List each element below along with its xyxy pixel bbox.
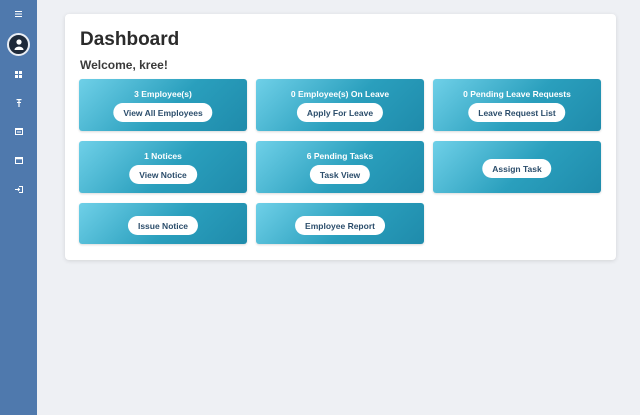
employee-report-tile: Employee Report xyxy=(256,203,424,244)
pending-leave-requests-count: 0 Pending Leave Requests xyxy=(463,89,571,99)
sidebar xyxy=(0,0,37,415)
pin-icon[interactable] xyxy=(0,98,37,108)
page-title: Dashboard xyxy=(80,29,180,50)
dashboard-icon[interactable] xyxy=(0,69,37,79)
user-avatar-icon[interactable] xyxy=(7,33,30,56)
view-all-employees-button[interactable]: View All Employees xyxy=(113,103,213,122)
issue-notice-button[interactable]: Issue Notice xyxy=(127,216,199,235)
window-icon[interactable] xyxy=(0,155,37,165)
notices-count: 1 Notices xyxy=(144,151,182,161)
logout-icon[interactable] xyxy=(0,184,37,194)
apply-for-leave-button[interactable]: Apply For Leave xyxy=(296,103,384,122)
tasks-tile: 6 Pending Tasks Task View xyxy=(256,141,424,193)
assign-task-button[interactable]: Assign Task xyxy=(482,159,552,178)
pending-tasks-count: 6 Pending Tasks xyxy=(306,151,374,161)
leave-request-list-button[interactable]: Leave Request List xyxy=(468,103,566,122)
on-leave-tile: 0 Employee(s) On Leave Apply For Leave xyxy=(256,79,424,131)
task-view-button[interactable]: Task View xyxy=(309,165,371,184)
employee-report-button[interactable]: Employee Report xyxy=(295,216,385,235)
on-leave-count: 0 Employee(s) On Leave xyxy=(290,89,390,99)
leave-requests-tile: 0 Pending Leave Requests Leave Request L… xyxy=(433,79,601,131)
issue-notice-tile: Issue Notice xyxy=(79,203,247,244)
notices-tile: 1 Notices View Notice xyxy=(79,141,247,193)
employees-count: 3 Employee(s) xyxy=(134,89,192,99)
welcome-message: Welcome, kree! xyxy=(80,58,168,72)
employees-tile: 3 Employee(s) View All Employees xyxy=(79,79,247,131)
calendar-icon[interactable] xyxy=(0,126,37,136)
dashboard-card: Dashboard Welcome, kree! 3 Employee(s) V… xyxy=(65,14,616,260)
assign-task-tile: Assign Task xyxy=(433,141,601,193)
menu-icon[interactable] xyxy=(0,8,37,20)
view-notice-button[interactable]: View Notice xyxy=(129,165,197,184)
